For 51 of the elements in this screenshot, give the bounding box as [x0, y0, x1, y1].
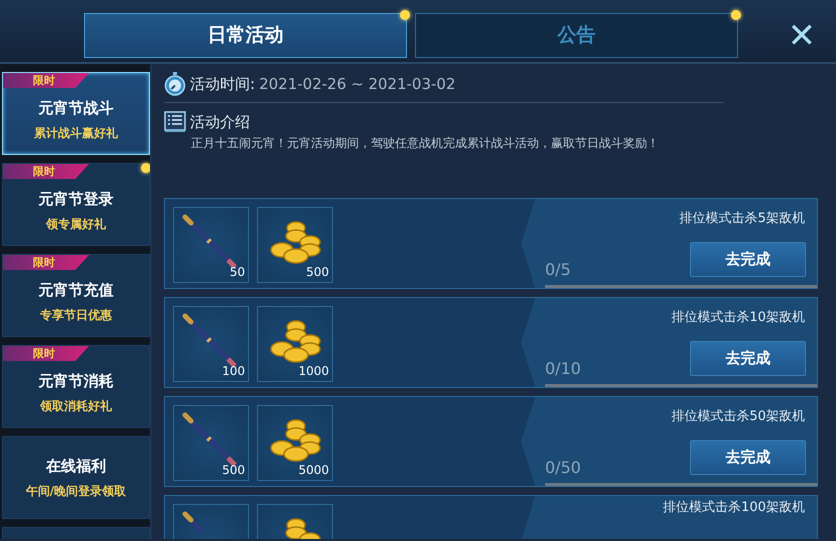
reward-slot[interactable]: 100: [173, 306, 249, 382]
reward-count: 500: [222, 462, 245, 479]
reward-count: 500: [306, 264, 329, 281]
intro-label: 活动介绍: [190, 112, 250, 133]
limited-time-tag: 限时: [3, 164, 89, 179]
sidebar-item[interactable]: 限时 元宵节消耗 领取消耗好礼: [2, 345, 150, 428]
task-title: 排位模式击杀100架敌机: [663, 499, 805, 517]
sidebar-item-title: 元宵节战斗: [38, 98, 114, 120]
sidebar-item-subtitle: 午间/晚间登录领取: [26, 482, 126, 500]
sidebar-item-title: 元宵节充值: [38, 280, 114, 302]
task-title: 排位模式击杀10架敌机: [671, 309, 805, 327]
list-icon: [164, 111, 186, 134]
reward-slot[interactable]: 1000: [257, 306, 333, 382]
intro-text: 正月十五闹元宵！元宵活动期间，驾驶任意战机完成累计战斗活动，赢取节日战斗奖励！: [190, 134, 660, 152]
limited-time-tag: 限时: [3, 346, 89, 361]
reward-count: 100: [222, 363, 245, 380]
reward-slot[interactable]: 500: [257, 207, 333, 283]
sidebar-item[interactable]: 限时 元宵节充值 专享节日优惠: [2, 254, 150, 337]
sidebar-item-title: 元宵节消耗: [38, 371, 114, 392]
reward-slot[interactable]: 5000: [257, 405, 333, 481]
sidebar-item-subtitle: 累计战斗赢好礼: [34, 124, 118, 142]
tab[interactable]: 公告: [415, 13, 738, 58]
sidebar-item-title: 在线福利: [46, 456, 106, 478]
reward-slot[interactable]: 50: [173, 207, 249, 283]
sidebar-item-subtitle: 领专属好礼: [46, 216, 106, 233]
reward-slot[interactable]: 500: [173, 405, 249, 481]
sidebar-item[interactable]: 限时 元宵节登录 领专属好礼: [2, 163, 150, 246]
limited-time-tag: 限时: [3, 255, 89, 270]
close-button[interactable]: ✕: [782, 9, 822, 62]
go-complete-button[interactable]: 去完成: [690, 440, 806, 475]
sidebar-item[interactable]: 在线福利 午间/晚间登录领取: [2, 436, 150, 519]
progress-count: 0/5: [545, 259, 571, 281]
activity-dates: 2021-02-26 ~ 2021-03-02: [259, 74, 456, 95]
limited-time-tag: 限时: [3, 73, 89, 88]
tab[interactable]: 日常活动: [84, 13, 407, 58]
sidebar-item-subtitle: 专享节日优惠: [40, 306, 112, 324]
task-title: 排位模式击杀50架敌机: [671, 408, 805, 426]
task-title: 排位模式击杀5架敌机: [680, 210, 805, 228]
sidebar-item-subtitle: 领取消耗好礼: [40, 398, 112, 415]
reward-count: 5000: [298, 462, 329, 479]
time-label: 活动时间:: [190, 74, 256, 95]
sidebar-item[interactable]: 限时 元宵节战斗 累计战斗赢好礼: [2, 72, 150, 155]
reward-count: 50: [230, 264, 245, 281]
sidebar-item-title: 元宵节登录: [38, 189, 114, 210]
progress-count: 0/10: [545, 358, 581, 380]
go-complete-button[interactable]: 去完成: [690, 341, 806, 376]
go-complete-button[interactable]: 去完成: [690, 242, 806, 277]
progress-count: 0/50: [545, 457, 581, 479]
reward-count: 1000: [298, 363, 329, 380]
stopwatch-icon: [164, 72, 186, 96]
missile-icon: [182, 511, 204, 533]
